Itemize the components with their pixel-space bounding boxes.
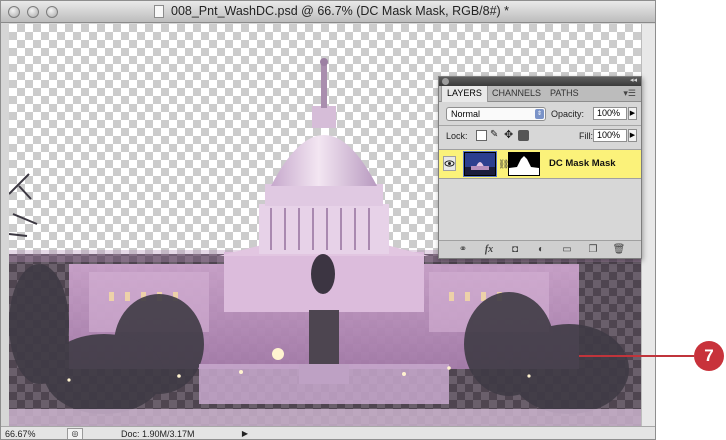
vertical-scrollbar[interactable] [641, 24, 655, 426]
add-mask-icon[interactable]: ◘ [507, 244, 523, 256]
window-title: 008_Pnt_WashDC.psd @ 66.7% (DC Mask Mask… [171, 4, 510, 18]
fill-label: Fill: [579, 131, 593, 141]
opacity-slider-arrow-icon[interactable]: ▶ [628, 107, 637, 120]
panel-bottom-toolbar: ⚭ fx ◘ ◐ ▭ ❐ 🗑 [439, 240, 641, 258]
callout-pointer-line [579, 355, 694, 357]
layer-mask-thumbnail[interactable] [508, 152, 540, 176]
lock-image-icon[interactable]: ✎ [490, 129, 501, 140]
close-window-button[interactable] [8, 6, 20, 18]
lock-label: Lock: [446, 131, 468, 141]
layer-name: DC Mask Mask [549, 158, 616, 169]
adjustment-layer-icon[interactable]: ◐ [533, 244, 549, 256]
lock-all-icon[interactable] [518, 130, 529, 141]
status-bar: 66.67% ◎ Doc: 1.90M/3.17M ▶ [1, 426, 655, 439]
status-menu-arrow-icon[interactable]: ▶ [239, 428, 251, 439]
title-bar[interactable]: 008_Pnt_WashDC.psd @ 66.7% (DC Mask Mask… [1, 1, 655, 23]
document-size-info: Doc: 1.90M/3.17M [121, 429, 195, 439]
zoom-level[interactable]: 66.67% [5, 429, 61, 439]
panel-close-icon[interactable] [442, 78, 449, 85]
blend-mode-value: Normal [451, 109, 481, 119]
opacity-label: Opacity: [551, 109, 585, 119]
document-icon [154, 5, 164, 18]
lock-position-icon[interactable]: ✥ [504, 128, 515, 141]
status-preview-icon[interactable]: ◎ [67, 428, 83, 439]
panel-header-bar[interactable]: ◂◂ [439, 77, 641, 86]
zoom-window-button[interactable] [46, 6, 58, 18]
layers-panel: ◂◂ LAYERS CHANNELS PATHS ▾☰ Normal ⇕ Opa… [438, 76, 642, 259]
lock-transparency-icon[interactable] [476, 130, 487, 141]
opacity-field[interactable]: 100% [593, 107, 627, 120]
new-layer-icon[interactable]: ❐ [585, 244, 601, 256]
panel-collapse-icon[interactable]: ◂◂ [630, 76, 637, 84]
tab-layers[interactable]: LAYERS [441, 86, 488, 102]
callout-step-badge: 7 [694, 341, 724, 371]
layer-image-thumbnail[interactable] [463, 151, 497, 177]
tab-paths[interactable]: PATHS [545, 86, 584, 101]
blend-mode-stepper-icon: ⇕ [535, 109, 544, 119]
new-group-icon[interactable]: ▭ [559, 244, 575, 256]
minimize-window-button[interactable] [27, 6, 39, 18]
tab-channels[interactable]: CHANNELS [487, 86, 546, 101]
blend-mode-select[interactable]: Normal ⇕ [446, 107, 546, 121]
fill-slider-arrow-icon[interactable]: ▶ [628, 129, 637, 142]
panel-divider [439, 125, 641, 126]
trash-icon[interactable]: 🗑 [611, 244, 627, 256]
panel-menu-icon[interactable]: ▾☰ [623, 88, 636, 99]
link-layers-icon[interactable]: ⚭ [455, 244, 471, 256]
layer-visibility-eye-icon[interactable] [443, 156, 456, 171]
panel-tabs: LAYERS CHANNELS PATHS ▾☰ [439, 86, 641, 102]
layer-row[interactable]: ⛓ DC Mask Mask [439, 149, 641, 179]
fx-icon[interactable]: fx [481, 244, 497, 256]
fill-field[interactable]: 100% [593, 129, 627, 142]
